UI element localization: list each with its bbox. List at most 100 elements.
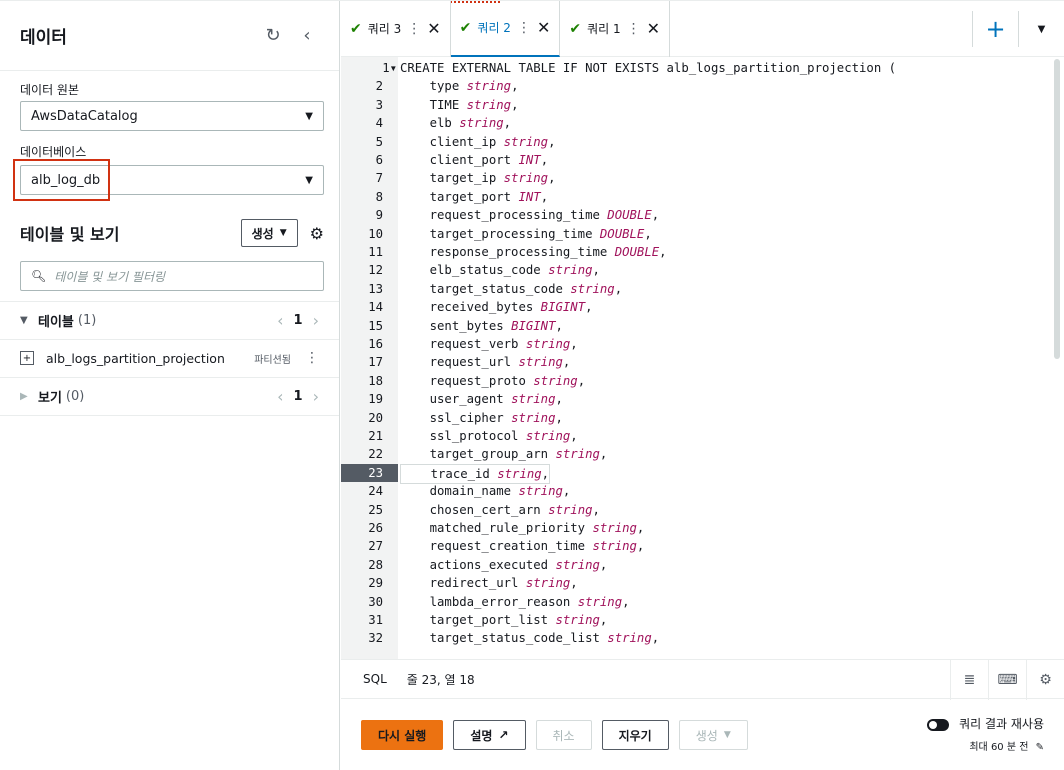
type-token: DOUBLE bbox=[614, 245, 660, 259]
chevron-right-icon[interactable]: › bbox=[313, 311, 319, 330]
tab-query-2[interactable]: ✔︎ 쿼리 2 ⋮ ✕ bbox=[450, 0, 561, 57]
code-line[interactable]: 1▾ CREATE EXTERNAL TABLE IF NOT EXISTS al… bbox=[341, 59, 1041, 77]
code-line[interactable]: 11 response_processing_time DOUBLE, bbox=[341, 243, 1041, 261]
code-line[interactable]: 17 request_url string, bbox=[341, 353, 1041, 371]
code-line[interactable]: 18 request_proto string, bbox=[341, 372, 1041, 390]
chevron-left-icon[interactable]: ‹ bbox=[295, 24, 319, 48]
type-token: DOUBLE bbox=[599, 226, 645, 241]
code-line[interactable]: 29 redirect_url string, bbox=[341, 574, 1041, 592]
caret-down-icon[interactable]: ▼ bbox=[1018, 11, 1064, 47]
data-source-select[interactable]: AwsDataCatalog ▼ bbox=[20, 101, 324, 131]
add-tab-icon[interactable]: + bbox=[972, 11, 1018, 47]
chevron-left-icon[interactable]: ‹ bbox=[277, 387, 283, 406]
tables-section[interactable]: ▼ 테이블 (1) ‹ 1 › bbox=[0, 301, 339, 339]
caret-down-icon: ▼ bbox=[279, 228, 287, 238]
views-heading: 보기 bbox=[38, 390, 62, 406]
code-line[interactable]: 32 target_status_code_list string, bbox=[341, 629, 1041, 647]
code-line[interactable]: 4 elb string, bbox=[341, 114, 1041, 132]
code-line[interactable]: 30 lambda_error_reason string, bbox=[341, 593, 1041, 611]
more-icon[interactable]: ⋮ bbox=[305, 350, 319, 366]
code-text: lambda_error_reason string, bbox=[400, 594, 630, 609]
type-token: string bbox=[533, 373, 578, 388]
code-line[interactable]: 6 client_port INT, bbox=[341, 151, 1041, 169]
expand-icon[interactable]: + bbox=[20, 351, 34, 365]
type-token: string bbox=[555, 447, 600, 462]
more-icon[interactable]: ⋮ bbox=[407, 21, 421, 37]
line-number: 17 bbox=[368, 355, 383, 370]
code-line[interactable]: 15 sent_bytes BIGINT, bbox=[341, 317, 1041, 335]
code-line[interactable]: 13 target_status_code string, bbox=[341, 280, 1041, 298]
code-text: matched_rule_priority string, bbox=[400, 521, 645, 535]
views-page[interactable]: 1 bbox=[294, 389, 303, 404]
line-number: 5 bbox=[375, 134, 383, 149]
sql-editor[interactable]: 1▾ CREATE EXTERNAL TABLE IF NOT EXISTS al… bbox=[341, 57, 1064, 659]
close-icon[interactable]: ✕ bbox=[647, 19, 660, 38]
more-icon[interactable]: ⋮ bbox=[517, 20, 531, 36]
code-line[interactable]: 27 request_creation_time string, bbox=[341, 537, 1041, 555]
gear-icon[interactable]: ⚙ bbox=[310, 224, 324, 243]
table-name[interactable]: alb_logs_partition_projection bbox=[46, 351, 254, 366]
data-panel-title: 데이터 bbox=[20, 28, 67, 48]
code-line[interactable]: 26 matched_rule_priority string, bbox=[341, 519, 1041, 537]
keyboard-icon[interactable]: ⌨ bbox=[988, 660, 1026, 700]
code-line[interactable]: 19 user_agent string, bbox=[341, 390, 1041, 408]
line-number: 15 bbox=[368, 318, 383, 333]
code-text: request_verb string, bbox=[400, 337, 578, 351]
code-line[interactable]: 25 chosen_cert_arn string, bbox=[341, 501, 1041, 519]
clear-button[interactable]: 지우기 bbox=[601, 720, 669, 750]
type-token: string bbox=[548, 263, 593, 278]
explain-button[interactable]: 설명 ↗ bbox=[453, 720, 526, 750]
edit-icon[interactable]: ✎ bbox=[1036, 742, 1044, 753]
tables-count: (1) bbox=[77, 312, 97, 328]
code-text: target_port INT, bbox=[400, 189, 549, 204]
code-line[interactable]: 10 target_processing_time DOUBLE, bbox=[341, 225, 1041, 243]
code-line[interactable]: 9 request_processing_time DOUBLE, bbox=[341, 206, 1041, 224]
code-line[interactable]: 2 type string, bbox=[341, 77, 1041, 95]
create-button[interactable]: 생성 ▼ bbox=[678, 720, 748, 750]
table-filter-input[interactable]: 🔍︎ 테이블 및 보기 필터링 bbox=[20, 261, 324, 291]
code-line[interactable]: 20 ssl_cipher string, bbox=[341, 409, 1041, 427]
code-line[interactable]: 24 domain_name string, bbox=[341, 482, 1041, 500]
code-line[interactable]: 16 request_verb string, bbox=[341, 335, 1041, 353]
code-line[interactable]: 21 ssl_protocol string, bbox=[341, 427, 1041, 445]
type-token: string bbox=[503, 171, 549, 186]
code-line[interactable]: 14 received_bytes BIGINT, bbox=[341, 298, 1041, 316]
editor-scrollbar[interactable] bbox=[1054, 59, 1060, 359]
chevron-left-icon[interactable]: ‹ bbox=[277, 311, 283, 330]
refresh-icon[interactable]: ↻ bbox=[261, 24, 285, 48]
format-icon[interactable]: ≣ bbox=[950, 660, 988, 700]
code-line[interactable]: 8 target_port INT, bbox=[341, 188, 1041, 206]
code-line[interactable]: 12 elb_status_code string, bbox=[341, 261, 1041, 279]
code-line[interactable]: 5 client_ip string, bbox=[341, 133, 1041, 151]
type-token: INT bbox=[518, 189, 541, 204]
code-line[interactable]: 22 target_group_arn string, bbox=[341, 445, 1041, 463]
reuse-toggle[interactable] bbox=[927, 718, 950, 731]
reuse-sub-label: 최대 60 분 전 bbox=[969, 742, 1029, 753]
code-line[interactable]: 31 target_port_list string, bbox=[341, 611, 1041, 629]
close-icon[interactable]: ✕ bbox=[427, 19, 440, 38]
reuse-label: 쿼리 결과 재사용 bbox=[959, 717, 1044, 731]
tab-query-1[interactable]: ✔︎ 쿼리 1 ⋮ ✕ bbox=[560, 0, 671, 57]
create-button[interactable]: 생성 ▼ bbox=[240, 219, 298, 247]
tables-views-title: 테이블 및 보기 bbox=[20, 225, 120, 244]
gear-icon[interactable]: ⚙ bbox=[1026, 660, 1064, 700]
code-line[interactable]: 28 actions_executed string, bbox=[341, 556, 1041, 574]
code-text: TIME string, bbox=[400, 97, 519, 112]
run-again-button[interactable]: 다시 실행 bbox=[361, 720, 444, 750]
code-text: target_status_code string, bbox=[400, 281, 623, 296]
line-number: 18 bbox=[368, 373, 383, 388]
code-line[interactable]: 7 target_ip string, bbox=[341, 169, 1041, 187]
code-line[interactable]: 3 TIME string, bbox=[341, 96, 1041, 114]
table-item[interactable]: + alb_logs_partition_projection 파티션됨 ⋮ bbox=[0, 339, 339, 377]
tab-query-3[interactable]: ✔︎ 쿼리 3 ⋮ ✕ bbox=[341, 0, 451, 57]
tables-page[interactable]: 1 bbox=[294, 313, 303, 328]
type-token: string bbox=[607, 631, 652, 646]
line-number: 27 bbox=[368, 539, 383, 554]
code-line[interactable]: 23 trace_id string, bbox=[341, 463, 1041, 485]
close-icon[interactable]: ✕ bbox=[537, 18, 550, 37]
views-section[interactable]: ▶ 보기 (0) ‹ 1 › bbox=[0, 377, 339, 415]
chevron-right-icon[interactable]: › bbox=[313, 387, 319, 406]
cancel-button[interactable]: 취소 bbox=[535, 720, 592, 750]
type-token: string bbox=[511, 410, 556, 425]
more-icon[interactable]: ⋮ bbox=[627, 21, 641, 37]
